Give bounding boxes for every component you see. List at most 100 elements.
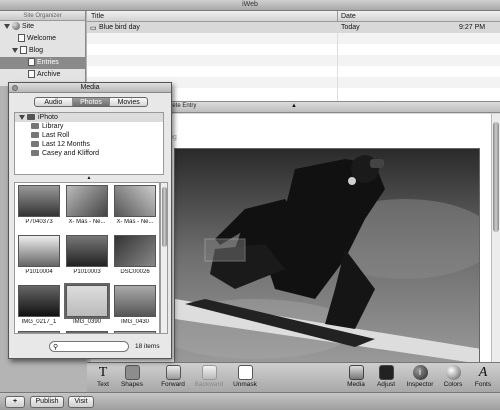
- toolbar-fonts-button[interactable]: A Fonts: [471, 365, 495, 388]
- forward-icon: [165, 365, 181, 380]
- thumbnail-caption: DSC00026: [120, 269, 150, 275]
- column-divider: [337, 22, 338, 101]
- search-icon: ⚲: [53, 344, 59, 351]
- toolbar-unmask-button[interactable]: Unmask: [231, 365, 259, 388]
- disclosure-triangle-icon[interactable]: [4, 23, 10, 29]
- column-header-date[interactable]: Date: [341, 13, 356, 20]
- thumbnail-image: [66, 331, 108, 333]
- disclosure-triangle-icon[interactable]: [12, 47, 18, 53]
- photo-thumbnail[interactable]: X- Mas - Ne...: [63, 183, 111, 231]
- source-item-album[interactable]: Casey and Klifford: [15, 149, 163, 158]
- tab-audio[interactable]: Audio: [35, 98, 73, 106]
- thumbnail-image: [18, 285, 60, 317]
- organizer-label: Entries: [37, 59, 59, 66]
- thumbnail-image: [66, 235, 108, 267]
- photo-thumbnail[interactable]: [15, 329, 63, 333]
- blog-icon: [20, 46, 27, 55]
- colors-icon: [445, 365, 461, 380]
- last-roll-icon: [31, 132, 39, 139]
- site-globe-icon: [12, 22, 20, 31]
- empty-row: [87, 66, 500, 77]
- scroll-thumb[interactable]: [493, 122, 499, 232]
- toolbar-shapes-button[interactable]: Shapes: [119, 365, 145, 388]
- toolbar-label: Shapes: [120, 381, 144, 388]
- scroll-thumb[interactable]: [162, 187, 167, 247]
- add-page-button[interactable]: +: [5, 396, 25, 408]
- site-organizer-header: Site Organizer: [0, 11, 85, 21]
- toolbar-adjust-button[interactable]: Adjust: [373, 365, 399, 388]
- thumbnail-image: [64, 283, 110, 319]
- thumbnail-image: [66, 185, 108, 217]
- split-grip-icon[interactable]: ▲: [14, 175, 164, 181]
- photo-thumbnail[interactable]: IMG_0430: [111, 283, 159, 331]
- editor-toolbar: T Text Shapes Forward Backward Unmask Me…: [87, 362, 500, 392]
- source-item-iphoto[interactable]: iPhoto: [15, 113, 163, 122]
- window-title-bar: iWeb: [0, 0, 500, 11]
- toolbar-text-button[interactable]: T Text: [93, 365, 113, 388]
- organizer-item-entries[interactable]: Entries: [0, 57, 85, 69]
- media-scrollbar[interactable]: [160, 182, 168, 334]
- snowboarder-photo[interactable]: [174, 148, 480, 364]
- toolbar-label: Backward: [194, 381, 224, 388]
- toolbar-label: Adjust: [376, 381, 396, 388]
- organizer-item-welcome[interactable]: Welcome: [0, 33, 85, 45]
- chevron-up-icon[interactable]: ▲: [291, 103, 297, 109]
- photo-thumbnail[interactable]: IMG_0217_1: [15, 283, 63, 331]
- media-icon: [348, 365, 364, 380]
- photo-thumbnail[interactable]: DSC00026: [111, 233, 159, 281]
- unmask-icon: [237, 365, 253, 380]
- photo-thumbnail[interactable]: [63, 329, 111, 333]
- toolbar-backward-button[interactable]: Backward: [193, 365, 225, 388]
- editor-vertical-scrollbar[interactable]: [491, 114, 500, 364]
- photo-thumbnail[interactable]: P1010004: [15, 233, 63, 281]
- album-icon: [31, 150, 39, 157]
- media-type-tabs: Audio Photos Movies: [34, 97, 148, 107]
- archive-icon: [28, 70, 35, 79]
- toolbar-forward-button[interactable]: Forward: [159, 365, 187, 388]
- photo-thumbnail[interactable]: P1010003: [63, 233, 111, 281]
- toolbar-media-button[interactable]: Media: [343, 365, 369, 388]
- inspector-icon: i: [412, 365, 428, 380]
- photo-thumbnail[interactable]: P7040373: [15, 183, 63, 231]
- source-label: Last 12 Months: [42, 141, 90, 148]
- empty-row: [87, 33, 500, 44]
- thumbnail-image: [114, 235, 156, 267]
- site-organizer: Site Organizer Site Welcome Blog Entries…: [0, 11, 86, 86]
- toolbar-inspector-button[interactable]: i Inspector: [405, 365, 435, 388]
- delete-entry-label[interactable]: lete Entry: [171, 103, 196, 109]
- window-title: iWeb: [242, 1, 258, 8]
- status-bar: + Publish Visit: [0, 392, 500, 410]
- photo-thumbnail[interactable]: X- Mas - Ne...: [111, 183, 159, 231]
- visit-button[interactable]: Visit: [68, 396, 94, 408]
- toolbar-label: Media: [347, 381, 365, 388]
- thumbnail-image: [114, 285, 156, 317]
- media-search-field[interactable]: ⚲: [49, 341, 129, 352]
- thumbnail-image: [18, 185, 60, 217]
- table-row[interactable]: ▭ Blue bird day Today 9:27 PM: [87, 22, 500, 33]
- photo-thumbnail[interactable]: IMG_0390: [63, 283, 111, 331]
- backward-icon: [201, 365, 217, 380]
- organizer-item-archive[interactable]: Archive: [0, 69, 85, 81]
- tab-photos[interactable]: Photos: [72, 98, 111, 106]
- source-item-library[interactable]: Library: [15, 122, 163, 131]
- close-icon[interactable]: [12, 85, 18, 91]
- toolbar-colors-button[interactable]: Colors: [441, 365, 465, 388]
- publish-button[interactable]: Publish: [30, 396, 64, 408]
- column-header-title[interactable]: Title: [91, 13, 104, 20]
- photo-thumbnail[interactable]: [111, 329, 159, 333]
- organizer-item-blog[interactable]: Blog: [0, 45, 85, 57]
- toolbar-label: Inspector: [406, 381, 434, 388]
- text-icon: T: [98, 365, 108, 380]
- source-item-last-roll[interactable]: Last Roll: [15, 131, 163, 140]
- entry-icon: ▭: [90, 25, 97, 32]
- thumbnail-caption: X- Mas - Ne...: [116, 219, 154, 225]
- source-item-last-12-months[interactable]: Last 12 Months: [15, 140, 163, 149]
- tab-movies[interactable]: Movies: [110, 98, 147, 106]
- toolbar-label: Text: [97, 381, 109, 388]
- table-header: Title Date: [87, 11, 500, 22]
- media-browser-panel: Media Audio Photos Movies iPhoto Library…: [8, 82, 172, 359]
- fonts-icon: A: [478, 365, 488, 380]
- adjust-icon: [378, 365, 394, 380]
- organizer-item-site[interactable]: Site: [0, 21, 85, 33]
- disclosure-triangle-icon[interactable]: [19, 114, 25, 120]
